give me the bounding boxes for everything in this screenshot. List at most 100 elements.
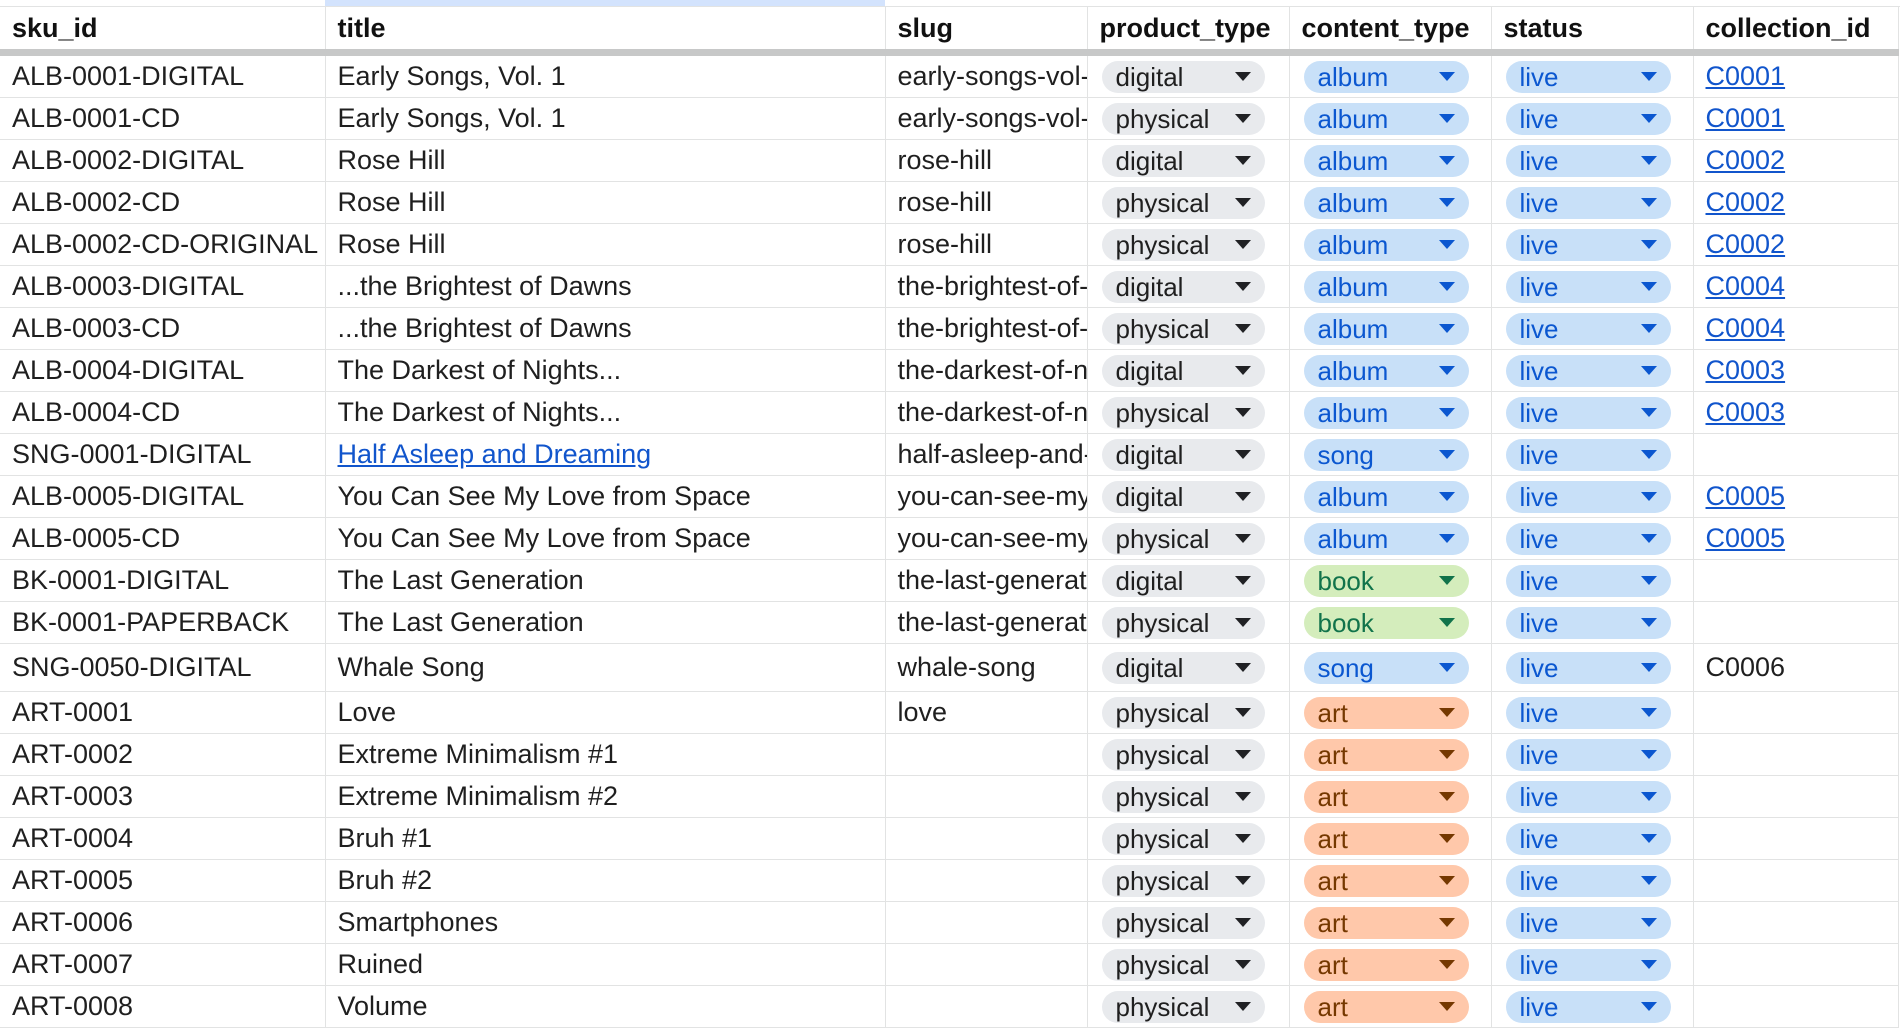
product-type-dropdown-chip[interactable]: physical [1101,396,1265,429]
dropdown-caret-icon[interactable] [1438,834,1455,843]
content-type-cell[interactable]: album [1289,97,1492,140]
status-cell[interactable]: live [1491,643,1694,692]
sku-id-cell[interactable]: SNG-0050-DIGITAL [0,643,326,692]
slug-cell[interactable]: early-songs-vol-1 [885,52,1088,98]
status-cell[interactable]: live [1491,223,1694,266]
collection-id-link[interactable]: C0002 [1706,187,1786,217]
sku-id-cell[interactable]: ALB-0002-CD [0,181,326,224]
column-header-content-type[interactable]: content_type [1289,7,1492,56]
product-type-cell[interactable]: physical [1087,943,1290,986]
dropdown-caret-icon[interactable] [1438,576,1455,585]
status-cell[interactable]: live [1491,691,1694,734]
title-cell[interactable]: Volume [325,985,886,1028]
dropdown-caret-icon[interactable] [1438,663,1455,672]
dropdown-caret-icon[interactable] [1640,240,1657,249]
content-type-cell[interactable]: art [1289,775,1492,818]
status-dropdown-chip[interactable]: live [1505,738,1671,771]
product-type-cell[interactable]: digital [1087,559,1290,602]
slug-cell[interactable]: the-brightest-of-dawns [885,265,1088,308]
product-type-dropdown-chip[interactable]: physical [1101,822,1265,855]
title-cell[interactable]: Ruined [325,943,886,986]
collection-id-link[interactable]: C0005 [1706,481,1786,511]
dropdown-caret-icon[interactable] [1640,750,1657,759]
product-type-dropdown-chip[interactable]: physical [1101,102,1265,135]
title-cell[interactable]: ...the Brightest of Dawns [325,265,886,308]
collection-id-cell[interactable] [1693,433,1899,476]
slug-cell[interactable]: whale-song [885,643,1088,692]
collection-id-cell[interactable]: C0001 [1693,52,1899,98]
sku-id-cell[interactable]: ART-0008 [0,985,326,1028]
slug-cell[interactable] [885,901,1088,944]
content-type-cell[interactable]: album [1289,52,1492,98]
dropdown-caret-icon[interactable] [1234,492,1251,501]
sku-id-cell[interactable]: ALB-0004-CD [0,391,326,434]
dropdown-caret-icon[interactable] [1438,492,1455,501]
column-header-status[interactable]: status [1491,7,1694,56]
slug-cell[interactable] [885,985,1088,1028]
title-cell[interactable]: The Darkest of Nights... [325,391,886,434]
dropdown-caret-icon[interactable] [1234,282,1251,291]
dropdown-caret-icon[interactable] [1234,792,1251,801]
content-type-dropdown-chip[interactable]: album [1303,312,1469,345]
status-dropdown-chip[interactable]: live [1505,696,1671,729]
content-type-cell[interactable]: song [1289,643,1492,692]
status-dropdown-chip[interactable]: live [1505,990,1671,1023]
dropdown-caret-icon[interactable] [1234,576,1251,585]
product-type-cell[interactable]: physical [1087,985,1290,1028]
column-header-collection-id[interactable]: collection_id [1693,7,1899,56]
dropdown-caret-icon[interactable] [1234,366,1251,375]
dropdown-caret-icon[interactable] [1438,450,1455,459]
sku-id-cell[interactable]: ART-0007 [0,943,326,986]
product-type-dropdown-chip[interactable]: physical [1101,186,1265,219]
content-type-dropdown-chip[interactable]: album [1303,480,1469,513]
dropdown-caret-icon[interactable] [1438,960,1455,969]
dropdown-caret-icon[interactable] [1234,618,1251,627]
slug-cell[interactable]: rose-hill [885,181,1088,224]
product-type-dropdown-chip[interactable]: digital [1101,480,1265,513]
collection-id-cell[interactable]: C0003 [1693,391,1899,434]
dropdown-caret-icon[interactable] [1640,1002,1657,1011]
product-type-cell[interactable]: digital [1087,643,1290,692]
dropdown-caret-icon[interactable] [1234,156,1251,165]
title-cell[interactable]: Bruh #1 [325,817,886,860]
status-cell[interactable]: live [1491,391,1694,434]
content-type-cell[interactable]: album [1289,475,1492,518]
status-cell[interactable]: live [1491,52,1694,98]
collection-id-cell[interactable] [1693,817,1899,860]
status-dropdown-chip[interactable]: live [1505,606,1671,639]
product-type-dropdown-chip[interactable]: physical [1101,738,1265,771]
status-dropdown-chip[interactable]: live [1505,906,1671,939]
status-cell[interactable]: live [1491,97,1694,140]
content-type-cell[interactable]: album [1289,139,1492,182]
dropdown-caret-icon[interactable] [1640,492,1657,501]
sku-id-cell[interactable]: BK-0001-DIGITAL [0,559,326,602]
sku-id-cell[interactable]: ALB-0005-DIGITAL [0,475,326,518]
status-cell[interactable]: live [1491,817,1694,860]
dropdown-caret-icon[interactable] [1438,876,1455,885]
dropdown-caret-icon[interactable] [1234,960,1251,969]
column-header-slug[interactable]: slug [885,7,1088,56]
content-type-dropdown-chip[interactable]: art [1303,864,1469,897]
product-type-dropdown-chip[interactable]: digital [1101,438,1265,471]
status-cell[interactable]: live [1491,733,1694,776]
status-dropdown-chip[interactable]: live [1505,228,1671,261]
status-dropdown-chip[interactable]: live [1505,60,1671,93]
dropdown-caret-icon[interactable] [1234,834,1251,843]
collection-id-cell[interactable] [1693,691,1899,734]
title-cell[interactable]: The Last Generation [325,601,886,644]
slug-cell[interactable]: rose-hill [885,139,1088,182]
slug-cell[interactable]: rose-hill [885,223,1088,266]
collection-id-cell[interactable] [1693,559,1899,602]
dropdown-caret-icon[interactable] [1640,960,1657,969]
collection-id-link[interactable]: C0003 [1706,355,1786,385]
sku-id-cell[interactable]: ART-0005 [0,859,326,902]
slug-cell[interactable]: the-brightest-of-dawns [885,307,1088,350]
content-type-dropdown-chip[interactable]: album [1303,186,1469,219]
dropdown-caret-icon[interactable] [1640,576,1657,585]
content-type-dropdown-chip[interactable]: art [1303,738,1469,771]
dropdown-caret-icon[interactable] [1234,450,1251,459]
title-cell[interactable]: Whale Song [325,643,886,692]
dropdown-caret-icon[interactable] [1640,198,1657,207]
product-type-cell[interactable]: physical [1087,817,1290,860]
status-dropdown-chip[interactable]: live [1505,822,1671,855]
